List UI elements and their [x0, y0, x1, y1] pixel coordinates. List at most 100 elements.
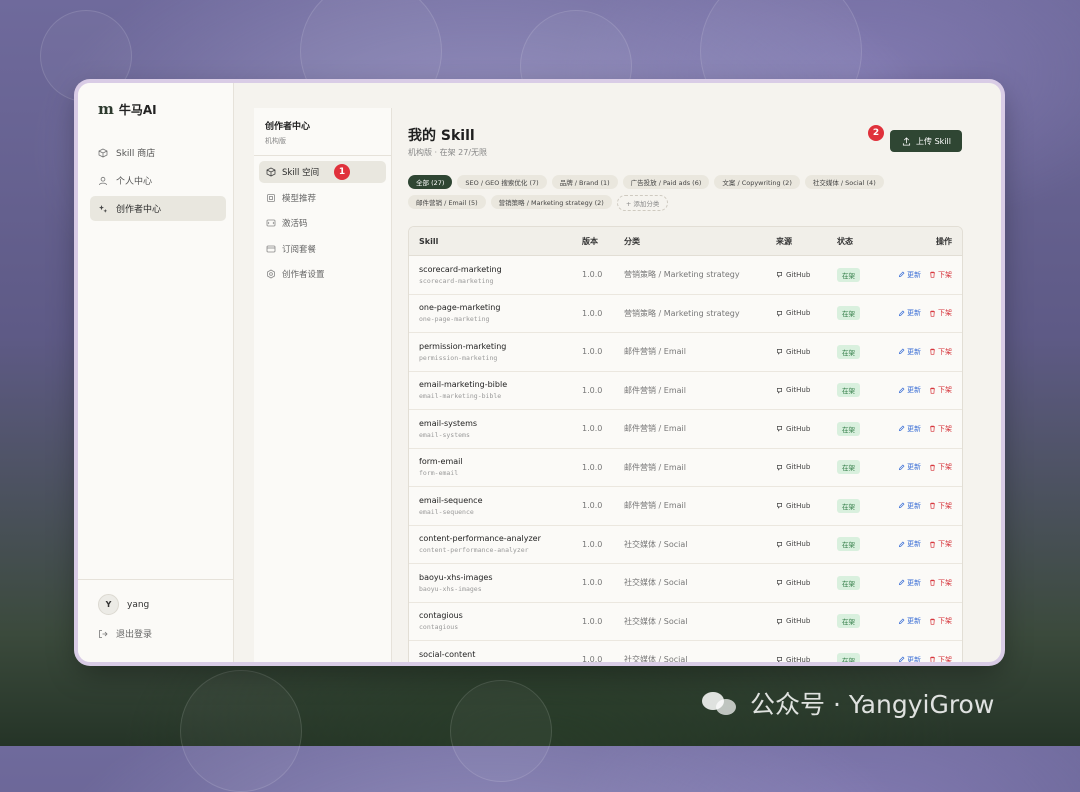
update-button[interactable]: 更新: [898, 539, 921, 549]
filter-chip[interactable]: 文案 / Copywriting (2): [714, 175, 799, 189]
table-body: scorecard-marketingscorecard-marketing1.…: [409, 256, 962, 662]
offline-button[interactable]: 下架: [929, 462, 952, 472]
update-button[interactable]: 更新: [898, 655, 921, 662]
update-button[interactable]: 更新: [898, 616, 921, 626]
skill-name[interactable]: contagious: [419, 611, 582, 620]
panel-item-subscription[interactable]: 订阅套餐: [259, 238, 386, 260]
panel-item-model-recommend[interactable]: 模型推荐: [259, 187, 386, 209]
github-icon: [776, 310, 783, 317]
panel-item-creator-settings[interactable]: 创作者设置: [259, 263, 386, 285]
skill-name[interactable]: permission-marketing: [419, 342, 582, 351]
skill-name[interactable]: content-performance-analyzer: [419, 534, 582, 543]
offline-button[interactable]: 下架: [929, 270, 952, 280]
source-link[interactable]: GitHub: [776, 348, 837, 356]
skill-name[interactable]: email-systems: [419, 419, 582, 428]
offline-button[interactable]: 下架: [929, 424, 952, 434]
category-cell: 营销策略 / Marketing strategy: [624, 269, 776, 280]
source-cell: GitHub: [776, 579, 837, 587]
update-label: 更新: [907, 308, 921, 318]
watermark-text: 公众号 · YangyiGrow: [750, 685, 994, 721]
skill-name[interactable]: one-page-marketing: [419, 303, 582, 312]
logout-button[interactable]: 退出登录: [98, 627, 152, 640]
table-row: baoyu-xhs-imagesbaoyu-xhs-images1.0.0社交媒…: [409, 564, 962, 603]
skill-name[interactable]: scorecard-marketing: [419, 265, 582, 274]
ops-cell: 更新下架: [891, 385, 962, 395]
offline-button[interactable]: 下架: [929, 501, 952, 511]
upload-skill-button[interactable]: 上传 Skill: [890, 130, 962, 152]
source-link[interactable]: GitHub: [776, 309, 837, 317]
column-header-source[interactable]: 来源: [776, 236, 837, 247]
filter-chip[interactable]: SEO / GEO 搜索优化 (7): [457, 175, 546, 189]
sidebar-item-personal-center[interactable]: 个人中心: [90, 168, 226, 193]
column-header-category[interactable]: 分类: [624, 236, 776, 247]
category-filters: 全部 (27) SEO / GEO 搜索优化 (7) 品牌 / Brand (1) 广…: [408, 175, 968, 217]
skill-slug: contagious: [419, 623, 582, 631]
sidebar-item-label: 个人中心: [116, 174, 152, 187]
logo[interactable]: m 牛马AI: [98, 100, 157, 118]
offline-label: 下架: [938, 501, 952, 511]
status-badge: 在架: [837, 653, 860, 662]
source-cell: GitHub: [776, 348, 837, 356]
category-cell: 邮件营销 / Email: [624, 423, 776, 434]
column-header-version[interactable]: 版本: [582, 236, 624, 247]
source-link[interactable]: GitHub: [776, 579, 837, 587]
update-button[interactable]: 更新: [898, 462, 921, 472]
skill-name[interactable]: form-email: [419, 457, 582, 466]
source-link[interactable]: GitHub: [776, 502, 837, 510]
update-button[interactable]: 更新: [898, 578, 921, 588]
offline-button[interactable]: 下架: [929, 616, 952, 626]
update-button[interactable]: 更新: [898, 308, 921, 318]
logout-label: 退出登录: [116, 627, 152, 640]
skill-slug: baoyu-xhs-images: [419, 585, 582, 593]
offline-button[interactable]: 下架: [929, 385, 952, 395]
source-link[interactable]: GitHub: [776, 386, 837, 394]
edit-icon: [898, 541, 905, 548]
filter-chip[interactable]: 广告投放 / Paid ads (6): [623, 175, 710, 189]
source-link[interactable]: GitHub: [776, 463, 837, 471]
update-button[interactable]: 更新: [898, 270, 921, 280]
sidebar-item-skill-store[interactable]: Skill 商店: [90, 140, 226, 165]
skill-cell: content-performance-analyzercontent-perf…: [409, 534, 582, 554]
offline-button[interactable]: 下架: [929, 655, 952, 662]
update-button[interactable]: 更新: [898, 501, 921, 511]
skill-name[interactable]: social-content: [419, 650, 582, 659]
user-profile[interactable]: Y yang: [98, 594, 149, 615]
trash-icon: [929, 656, 936, 662]
status-cell: 在架: [837, 268, 891, 282]
github-icon: [776, 425, 783, 432]
filter-chip[interactable]: 邮件营销 / Email (5): [408, 195, 486, 209]
panel-item-activation-code[interactable]: 激活码: [259, 212, 386, 234]
offline-button[interactable]: 下架: [929, 347, 952, 357]
source-link[interactable]: GitHub: [776, 540, 837, 548]
page-subtitle: 机构版 · 在架 27/无限: [408, 147, 487, 158]
category-cell: 社交媒体 / Social: [624, 577, 776, 588]
edit-icon: [898, 425, 905, 432]
column-header-skill[interactable]: Skill: [409, 237, 582, 246]
column-header-status[interactable]: 状态: [837, 236, 891, 247]
source-link[interactable]: GitHub: [776, 271, 837, 279]
update-button[interactable]: 更新: [898, 424, 921, 434]
source-link[interactable]: GitHub: [776, 656, 837, 662]
offline-button[interactable]: 下架: [929, 539, 952, 549]
version-cell: 1.0.0: [582, 655, 624, 662]
panel-item-skill-space[interactable]: Skill 空间 1: [259, 161, 386, 183]
add-category-button[interactable]: + 添加分类: [617, 195, 669, 211]
github-icon: [776, 271, 783, 278]
skill-name[interactable]: email-marketing-bible: [419, 380, 582, 389]
update-button[interactable]: 更新: [898, 347, 921, 357]
filter-chip[interactable]: 营销策略 / Marketing strategy (2): [491, 195, 612, 209]
skill-name[interactable]: email-sequence: [419, 496, 582, 505]
skill-name[interactable]: baoyu-xhs-images: [419, 573, 582, 582]
offline-button[interactable]: 下架: [929, 578, 952, 588]
sidebar-item-creator-center[interactable]: 创作者中心: [90, 196, 226, 221]
skill-cell: permission-marketingpermission-marketing: [409, 342, 582, 362]
app-name: 牛马AI: [119, 101, 157, 118]
filter-chip-all[interactable]: 全部 (27): [408, 175, 452, 189]
source-link[interactable]: GitHub: [776, 425, 837, 433]
filter-chip[interactable]: 社交媒体 / Social (4): [805, 175, 884, 189]
offline-button[interactable]: 下架: [929, 308, 952, 318]
source-label: GitHub: [786, 271, 810, 279]
source-link[interactable]: GitHub: [776, 617, 837, 625]
update-button[interactable]: 更新: [898, 385, 921, 395]
filter-chip[interactable]: 品牌 / Brand (1): [552, 175, 618, 189]
